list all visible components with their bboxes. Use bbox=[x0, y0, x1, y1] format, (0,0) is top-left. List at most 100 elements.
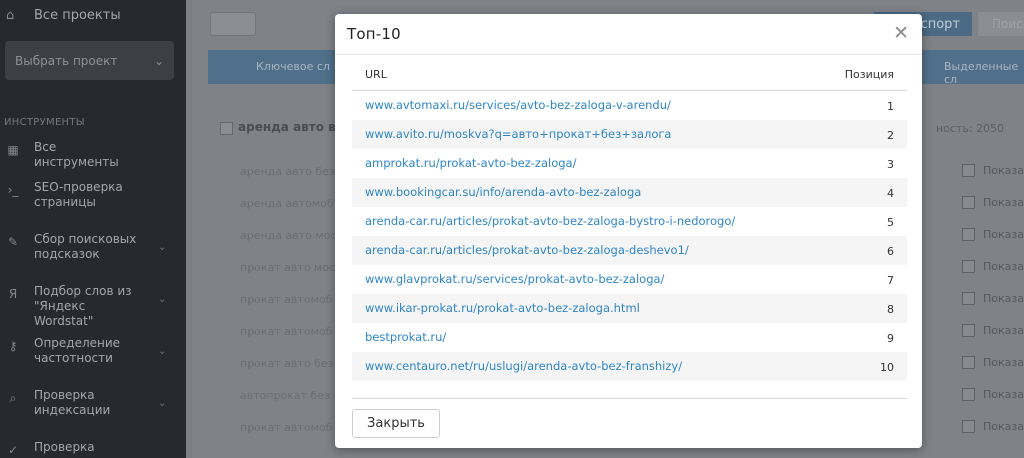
url-link[interactable]: www.avtomaxi.ru/services/avto-bez-zaloga… bbox=[365, 98, 671, 112]
project-select[interactable]: Выбрать проект ⌄ bbox=[5, 41, 174, 80]
table-row: www.glavprokat.ru/services/prokat-avto-b… bbox=[352, 265, 907, 294]
show-action[interactable]: Показать bbox=[962, 292, 1024, 305]
sidebar-item-label: Определение частотности bbox=[34, 336, 121, 365]
position-cell: 3 bbox=[887, 158, 894, 171]
show-label: Показать bbox=[983, 260, 1024, 273]
keyword-cell: прокат авто без bbox=[240, 357, 334, 370]
sidebar-item[interactable]: ▦ Все инструменты bbox=[0, 140, 186, 170]
close-icon[interactable]: ✕ bbox=[893, 22, 909, 44]
list-icon bbox=[962, 164, 975, 177]
table-row: arenda-car.ru/articles/prokat-avto-bez-z… bbox=[352, 236, 907, 265]
show-label: Показать bbox=[983, 196, 1024, 209]
show-label: Показать bbox=[983, 420, 1024, 433]
url-link[interactable]: amprokat.ru/prokat-avto-bez-zaloga/ bbox=[365, 156, 576, 170]
modal-header: Топ-10 ✕ bbox=[335, 14, 922, 55]
sidebar-item[interactable]: ✎ Сбор поисковых подсказок ⌄ bbox=[0, 232, 186, 262]
edit-icon: ✎ bbox=[7, 235, 19, 249]
position-cell: 6 bbox=[887, 245, 894, 258]
show-action[interactable]: Показать bbox=[962, 420, 1024, 433]
show-action[interactable]: Показать bbox=[962, 196, 1024, 209]
position-cell: 4 bbox=[887, 187, 894, 200]
group-checkbox[interactable] bbox=[220, 122, 233, 135]
modal-title: Топ-10 bbox=[347, 25, 401, 43]
list-icon bbox=[962, 260, 975, 273]
list-icon bbox=[962, 292, 975, 305]
show-label: Показать bbox=[983, 324, 1024, 337]
column-url: URL bbox=[365, 68, 387, 81]
position-cell: 1 bbox=[887, 100, 894, 113]
keyword-cell: автопрокат без bbox=[240, 389, 330, 402]
header-selected: Выделенные сл bbox=[944, 60, 1019, 86]
table-row: arenda-car.ru/articles/prokat-avto-bez-z… bbox=[352, 207, 907, 236]
close-button[interactable]: Закрыть bbox=[352, 409, 440, 438]
chevron-down-icon: ⌄ bbox=[158, 242, 167, 253]
sidebar-item-label: Проверка индексации bbox=[34, 388, 111, 417]
project-select-placeholder: Выбрать проект bbox=[15, 53, 118, 68]
top10-modal: Топ-10 ✕ URL Позиция www.avtomaxi.ru/ser… bbox=[335, 14, 922, 448]
show-action[interactable]: Показать bbox=[962, 164, 1024, 177]
table-body: www.avtomaxi.ru/services/avto-bez-zaloga… bbox=[352, 91, 907, 381]
position-cell: 9 bbox=[887, 332, 894, 345]
show-label: Показать bbox=[983, 356, 1024, 369]
show-action[interactable]: Показать bbox=[962, 228, 1024, 241]
position-cell: 10 bbox=[880, 361, 894, 374]
sidebar-item[interactable]: Я Подбор слов из "Яндекс Wordstat" ⌄ bbox=[0, 284, 186, 329]
sidebar-item-label: Все проекты bbox=[34, 8, 121, 23]
position-cell: 2 bbox=[887, 129, 894, 142]
sidebar-item[interactable]: ⚷ Определение частотности ⌄ bbox=[0, 336, 186, 366]
list-icon bbox=[962, 228, 975, 241]
sidebar-section-title: ИНСТРУМЕНТЫ bbox=[4, 117, 85, 128]
keyword-cell: аренда авто мос bbox=[240, 229, 337, 242]
url-link[interactable]: www.ikar-prokat.ru/prokat-avto-bez-zalog… bbox=[365, 301, 640, 315]
footer-divider bbox=[352, 398, 907, 399]
url-link[interactable]: www.bookingcar.su/info/arenda-avto-bez-z… bbox=[365, 185, 641, 199]
table-row: amprokat.ru/prokat-avto-bez-zaloga/3 bbox=[352, 149, 907, 178]
table-row: www.centauro.net/ru/uslugi/arenda-avto-b… bbox=[352, 352, 907, 381]
table-header: URL Позиция bbox=[352, 61, 907, 91]
show-action[interactable]: Показать bbox=[962, 324, 1024, 337]
home-icon: ⌂ bbox=[6, 7, 15, 23]
url-link[interactable]: arenda-car.ru/articles/prokat-avto-bez-z… bbox=[365, 214, 735, 228]
chevron-down-icon: ⌄ bbox=[153, 53, 164, 68]
check-icon: ✓ bbox=[7, 443, 19, 457]
yandex-icon: Я bbox=[8, 287, 18, 301]
chevron-down-icon: ⌄ bbox=[158, 294, 167, 305]
show-action[interactable]: Показать bbox=[962, 388, 1024, 401]
search-icon: ⌕ bbox=[9, 391, 17, 405]
url-link[interactable]: www.centauro.net/ru/uslugi/arenda-avto-b… bbox=[365, 359, 682, 373]
keyword-cell: аренда авто без bbox=[240, 165, 335, 178]
keyword-cell: прокат автомоб bbox=[240, 325, 333, 338]
sidebar-item[interactable]: ›_ SEO-проверка страницы bbox=[0, 180, 186, 210]
terminal-icon: ›_ bbox=[7, 183, 19, 197]
url-link[interactable]: arenda-car.ru/articles/prokat-avto-bez-z… bbox=[365, 243, 689, 257]
show-label: Показать bbox=[983, 292, 1024, 305]
list-icon bbox=[962, 196, 975, 209]
show-label: Показать bbox=[983, 164, 1024, 177]
show-action[interactable]: Показать bbox=[962, 356, 1024, 369]
sidebar-item-label: Все инструменты bbox=[34, 140, 119, 169]
sidebar-item-all-projects[interactable]: ⌂ Все проекты bbox=[6, 8, 121, 23]
sidebar-item[interactable]: ✓ Проверка bbox=[0, 440, 186, 457]
column-position: Позиция bbox=[844, 68, 894, 81]
sidebar-item[interactable]: ⌕ Проверка индексации ⌄ bbox=[0, 388, 186, 418]
url-link[interactable]: www.avito.ru/moskva?q=авто+прокат+без+за… bbox=[365, 127, 671, 141]
keyword-cell: прокат автомоб bbox=[240, 421, 333, 434]
list-icon bbox=[962, 420, 975, 433]
show-action[interactable]: Показать bbox=[962, 260, 1024, 273]
toolbar-control[interactable] bbox=[210, 12, 256, 36]
url-link[interactable]: bestprokat.ru/ bbox=[365, 330, 446, 344]
table-row: www.ikar-prokat.ru/prokat-avto-bez-zalog… bbox=[352, 294, 907, 323]
sidebar-item-label: Сбор поисковых подсказок bbox=[34, 232, 137, 261]
position-cell: 7 bbox=[887, 274, 894, 287]
top10-table: URL Позиция www.avtomaxi.ru/services/avt… bbox=[352, 61, 907, 381]
keyword-cell: прокат авто мос bbox=[240, 261, 336, 274]
table-row: bestprokat.ru/9 bbox=[352, 323, 907, 352]
show-label: Показать bbox=[983, 388, 1024, 401]
table-row: www.avito.ru/moskva?q=авто+прокат+без+за… bbox=[352, 120, 907, 149]
group-frequency: ность: 2050 bbox=[936, 122, 1005, 135]
sidebar-item-label: Проверка bbox=[34, 440, 95, 454]
url-link[interactable]: www.glavprokat.ru/services/prokat-avto-b… bbox=[365, 272, 664, 286]
secondary-button[interactable]: Поиск bbox=[978, 12, 1024, 36]
sidebar: ⌂ Все проекты Выбрать проект ⌄ ИНСТРУМЕН… bbox=[0, 0, 192, 458]
list-icon bbox=[962, 324, 975, 337]
